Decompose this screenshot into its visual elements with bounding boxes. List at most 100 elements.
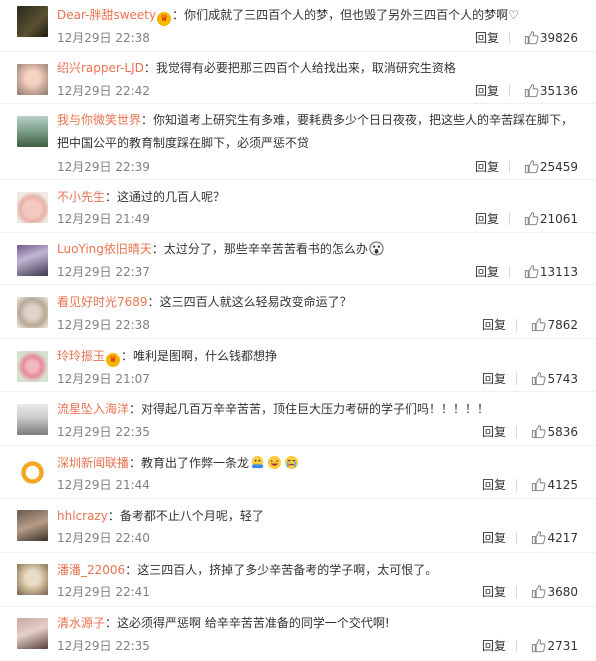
comment-item: 深圳新闻联播：教育出了作弊一条龙 12月29日 21:44 回复 4125 (0, 446, 596, 499)
comment-body: 这三四百人，挤掉了多少辛苦备考的学子啊，太可恨了。 (137, 563, 438, 577)
avatar[interactable] (17, 351, 48, 382)
comment-body: 唯利是图啊，什么钱都想挣 (133, 349, 278, 363)
vip-badge-icon[interactable]: ♛ (106, 353, 121, 367)
name-separator: ： (125, 563, 138, 577)
reply-button[interactable]: 回复 (476, 424, 506, 440)
comment-item: 看见好时光7689：这三四百人就这么轻易改变命运了？ 12月29日 22:38 回复… (0, 285, 596, 339)
comment-text: 绍兴rapper-LJD：我觉得有必要把那三四百个人给找出来，取消研究生资格 (57, 57, 582, 80)
like-count[interactable]: 5743 (546, 371, 578, 387)
comment-body: 这通过的几百人呢？ (117, 190, 226, 204)
avatar[interactable] (17, 245, 48, 276)
name-separator: ： (151, 242, 164, 256)
avatar[interactable] (17, 564, 48, 595)
like-count[interactable]: 2731 (546, 638, 578, 654)
like-count[interactable]: 13113 (539, 264, 578, 280)
comment-item: 玲玲振玉 ♛ ：唯利是图啊，什么钱都想挣 12月29日 21:07 回复 5743 (0, 339, 596, 392)
username-link[interactable]: 玲玲振玉 (57, 349, 105, 363)
like-count[interactable]: 7862 (546, 317, 578, 333)
reply-button[interactable]: 回复 (469, 83, 499, 99)
username-link[interactable]: LuoYing依旧晴天 (57, 242, 152, 256)
avatar[interactable] (17, 404, 48, 435)
username-link[interactable]: 不小先生 (57, 190, 105, 204)
avatar[interactable] (17, 64, 48, 95)
reply-button[interactable]: 回复 (476, 530, 506, 546)
avatar[interactable] (17, 116, 48, 147)
like-count[interactable]: 25459 (539, 159, 578, 175)
name-separator: ： (105, 616, 118, 630)
cry-emoji-icon (284, 455, 299, 470)
like-count[interactable]: 4125 (546, 477, 578, 493)
reply-button[interactable]: 回复 (476, 371, 506, 387)
reply-button[interactable]: 回复 (476, 477, 506, 493)
thumbs-up-icon[interactable] (531, 584, 546, 599)
name-separator: ： (141, 113, 154, 127)
thumbs-up-icon[interactable] (531, 477, 546, 492)
reply-button[interactable]: 回复 (469, 159, 499, 175)
thumbs-up-icon[interactable] (524, 83, 539, 98)
comment-item: hhlcrazy：备考都不止八个月呢，轻了 12月29日 22:40 回复 4217 (0, 499, 596, 553)
avatar[interactable] (17, 297, 48, 328)
name-separator: ： (107, 509, 120, 523)
comment-text: LuoYing依旧晴天：太过分了，那些辛辛苦苦看书的怎么办 (57, 238, 582, 261)
thumbs-up-icon[interactable] (524, 264, 539, 279)
username-link[interactable]: 看见好时光7689 (57, 295, 148, 309)
avatar[interactable] (17, 192, 48, 223)
avatar[interactable] (17, 618, 48, 649)
comment-time: 12月29日 22:35 (57, 639, 150, 653)
name-separator: ： (129, 456, 142, 470)
thumbs-up-icon[interactable] (524, 30, 539, 45)
reply-button[interactable]: 回复 (476, 317, 506, 333)
username-link[interactable]: 流星坠入海洋 (57, 402, 129, 416)
avatar[interactable] (17, 510, 48, 541)
like-count[interactable]: 21061 (539, 211, 578, 227)
name-separator: ： (129, 402, 142, 416)
comment-time: 12月29日 22:38 (57, 318, 150, 332)
thumbs-up-icon[interactable] (524, 211, 539, 226)
like-count[interactable]: 5836 (546, 424, 578, 440)
avatar[interactable] (17, 457, 48, 488)
username-link[interactable]: 绍兴rapper-LJD (57, 61, 144, 75)
comment-time: 12月29日 22:41 (57, 585, 150, 599)
like-count[interactable]: 35136 (539, 83, 578, 99)
thumbs-up-icon[interactable] (531, 424, 546, 439)
action-divider (516, 479, 517, 491)
reply-button[interactable]: 回复 (476, 638, 506, 654)
name-separator: ： (143, 61, 156, 75)
action-divider (516, 532, 517, 544)
reply-button[interactable]: 回复 (476, 584, 506, 600)
action-divider (509, 32, 510, 44)
comment-item: Dear-胖甜sweety ♛ ：你们成就了三四百个人的梦，但也毁了另外三四百个人的… (0, 0, 596, 52)
username-link[interactable]: 清水源子 (57, 616, 105, 630)
like-count[interactable]: 39826 (539, 30, 578, 46)
name-separator: ： (121, 349, 134, 363)
like-count[interactable]: 4217 (546, 530, 578, 546)
comment-time: 12月29日 21:07 (57, 372, 150, 386)
reply-button[interactable]: 回复 (469, 264, 499, 280)
comment-body: 备考都不止八个月呢，轻了 (119, 509, 264, 523)
comment-time: 12月29日 22:40 (57, 531, 150, 545)
username-link[interactable]: hhlcrazy (57, 509, 108, 523)
comment-body: 你们成就了三四百个人的梦，但也毁了另外三四百个人的梦啊♡ (184, 8, 519, 22)
action-divider (509, 266, 510, 278)
comment-body: 太过分了，那些辛辛苦苦看书的怎么办 (163, 242, 368, 256)
thumbs-up-icon[interactable] (531, 371, 546, 386)
username-link[interactable]: 深圳新闻联播 (57, 456, 129, 470)
comment-time: 12月29日 21:49 (57, 212, 150, 226)
username-link[interactable]: Dear-胖甜sweety (57, 8, 156, 22)
action-divider (516, 373, 517, 385)
username-link[interactable]: 潘潘_22006 (57, 563, 125, 577)
action-divider (509, 213, 510, 225)
reply-button[interactable]: 回复 (469, 211, 499, 227)
thumbs-up-icon[interactable] (531, 638, 546, 653)
thumbs-up-icon[interactable] (531, 317, 546, 332)
comment-text: 潘潘_22006：这三四百人，挤掉了多少辛苦备考的学子啊，太可恨了。 (57, 559, 582, 582)
reply-button[interactable]: 回复 (469, 30, 499, 46)
thumbs-up-icon[interactable] (531, 530, 546, 545)
like-count[interactable]: 3680 (546, 584, 578, 600)
thumbs-up-icon[interactable] (524, 159, 539, 174)
comment-text: 深圳新闻联播：教育出了作弊一条龙 (57, 452, 582, 475)
avatar[interactable] (17, 6, 48, 37)
vip-badge-icon[interactable]: ♛ (157, 12, 172, 26)
username-link[interactable]: 我与你微笑世界 (57, 113, 141, 127)
comment-item: 流星坠入海洋：对得起几百万辛辛苦苦，顶住巨大压力考研的学子们吗！！！！！ 12月2… (0, 392, 596, 446)
